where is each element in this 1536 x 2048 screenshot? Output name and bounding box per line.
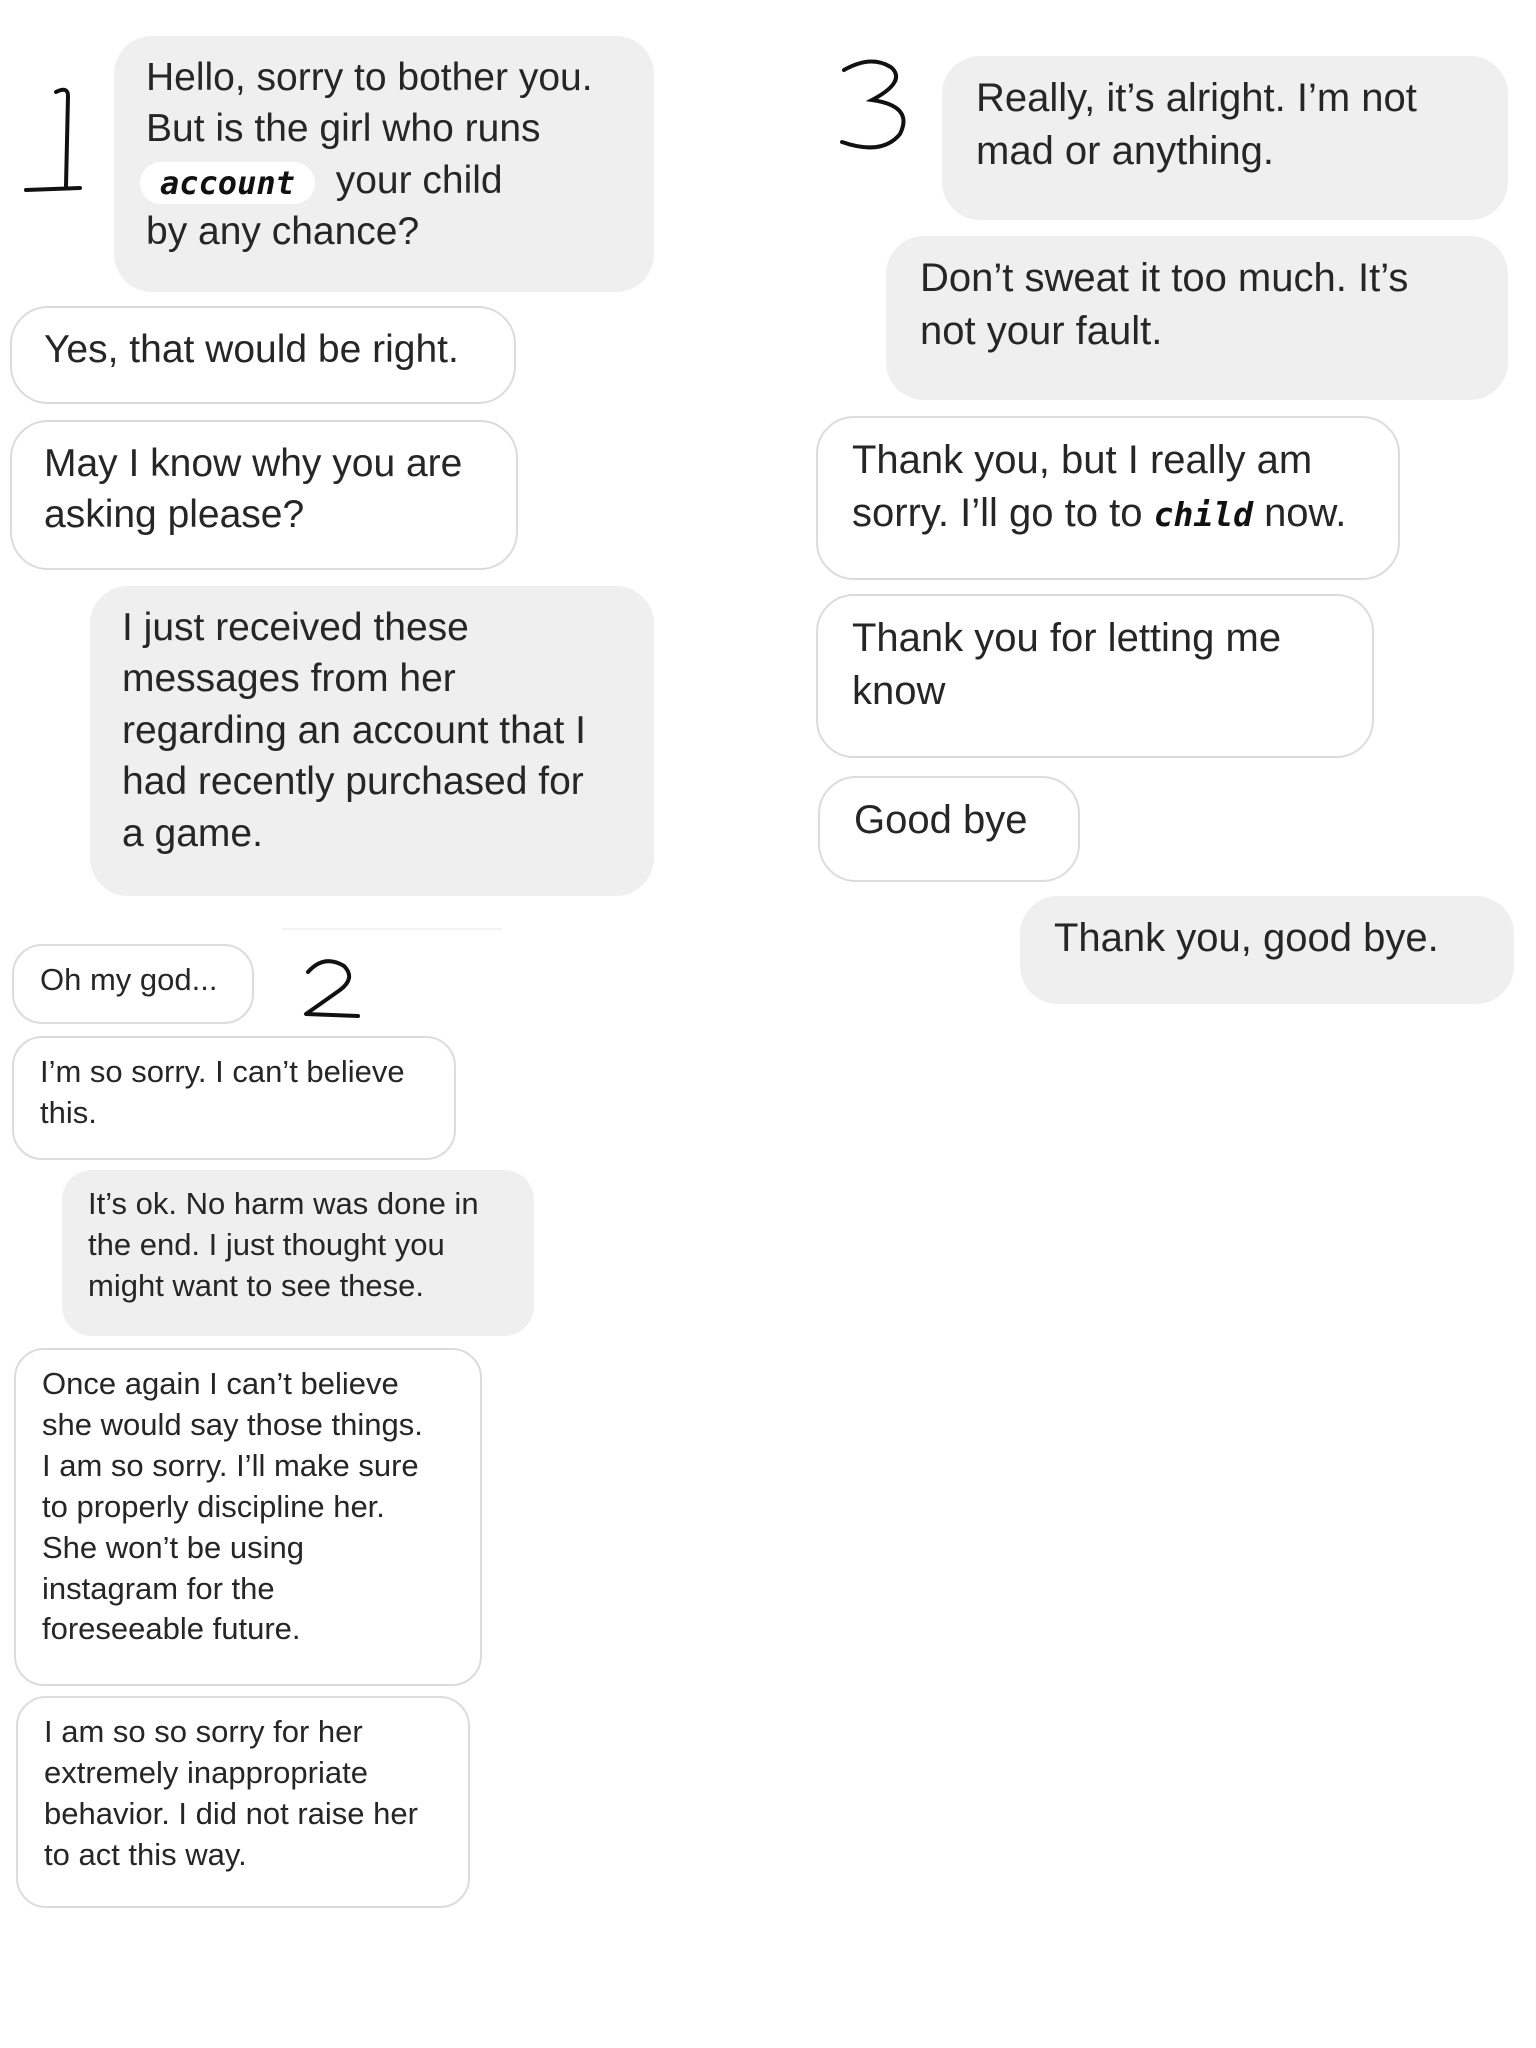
message-text: to act this way. xyxy=(44,1836,247,1872)
message-text: Don’t sweat it too much. It’s xyxy=(920,256,1409,300)
message-text: I am so sorry. I’ll make sure xyxy=(42,1447,419,1483)
marker-two xyxy=(304,959,360,1018)
message-incoming-9: Good bye xyxy=(818,776,1080,882)
message-outgoing-1: Hello, sorry to bother you. But is the g… xyxy=(114,36,654,292)
message-text: by any chance? xyxy=(146,210,420,254)
message-incoming-6: I am so so sorry for her extremely inapp… xyxy=(16,1696,470,1908)
message-incoming-4: I’m so sorry. I can’t believe this. xyxy=(12,1036,456,1160)
message-text: messages from her xyxy=(122,657,456,701)
message-text: Once again I can’t believe xyxy=(42,1366,399,1401)
message-text: had recently purchased for xyxy=(122,760,584,804)
message-text: this. xyxy=(40,1094,97,1130)
message-incoming-8: Thank you for letting me know xyxy=(816,594,1374,758)
message-text: But is the girl who runs xyxy=(146,107,541,151)
marker-three xyxy=(840,59,906,150)
message-text: to properly discipline her. xyxy=(42,1488,385,1524)
message-outgoing-3: It’s ok. No harm was done in the end. I … xyxy=(62,1170,534,1336)
message-outgoing-5: Don’t sweat it too much. It’s not your f… xyxy=(886,236,1508,400)
message-text: I’m so sorry. I can’t believe xyxy=(40,1054,405,1089)
message-text: Really, it’s alright. I’m not xyxy=(976,76,1417,120)
handwritten-child-name: child xyxy=(1153,494,1253,534)
message-text: your child xyxy=(335,158,503,202)
message-text: foreseeable future. xyxy=(42,1611,301,1647)
message-text: behavior. I did not raise her xyxy=(44,1795,418,1831)
message-incoming-1: Yes, that would be right. xyxy=(10,306,516,404)
message-text: extremely inappropriate xyxy=(44,1754,368,1790)
message-outgoing-2: I just received these messages from her … xyxy=(90,586,654,896)
message-text: I am so so sorry for her xyxy=(44,1714,363,1749)
message-text: Thank you, good bye. xyxy=(1054,916,1439,960)
message-outgoing-6: Thank you, good bye. xyxy=(1020,896,1514,1004)
message-text: Thank you, but I really am xyxy=(852,438,1313,482)
message-text: regarding an account that I xyxy=(122,708,586,752)
message-text: not your fault. xyxy=(920,308,1163,353)
message-text: Good bye xyxy=(854,798,1028,842)
message-outgoing-4: Really, it’s alright. I’m not mad or any… xyxy=(942,56,1508,220)
message-text: now. xyxy=(1264,490,1347,535)
divider xyxy=(282,928,502,930)
message-incoming-5: Once again I can’t believe she would say… xyxy=(14,1348,482,1686)
message-text: I just received these xyxy=(122,606,469,649)
message-text: might want to see these. xyxy=(88,1267,425,1303)
redacted-account-name: account xyxy=(140,161,315,204)
message-text: sorry. I’ll go to to xyxy=(852,490,1143,535)
message-incoming-3: Oh my god... xyxy=(12,944,254,1024)
message-text: She won’t be using xyxy=(42,1529,304,1565)
message-text: Yes, that would be right. xyxy=(44,328,459,371)
message-text: Hello, sorry to bother you. xyxy=(146,56,593,99)
message-incoming-7: Thank you, but I really am sorry. I’ll g… xyxy=(816,416,1400,580)
message-text-line: account your child xyxy=(140,155,622,206)
message-text: Thank you for letting me xyxy=(852,616,1282,660)
marker-one xyxy=(24,87,82,192)
message-text: the end. I just thought you xyxy=(88,1226,445,1262)
message-text: she would say those things. xyxy=(42,1406,423,1442)
message-text: mad or anything. xyxy=(976,128,1274,173)
message-text: a game. xyxy=(122,811,263,855)
message-incoming-2: May I know why you are asking please? xyxy=(10,420,518,570)
message-text: know xyxy=(852,668,946,713)
message-text: asking please? xyxy=(44,493,305,537)
message-text: May I know why you are xyxy=(44,442,463,485)
message-text: It’s ok. No harm was done in xyxy=(88,1186,479,1221)
message-text: instagram for the xyxy=(42,1570,275,1606)
message-text: Oh my god... xyxy=(40,962,218,997)
message-text-line: sorry. I’ll go to to child now. xyxy=(852,487,1364,540)
